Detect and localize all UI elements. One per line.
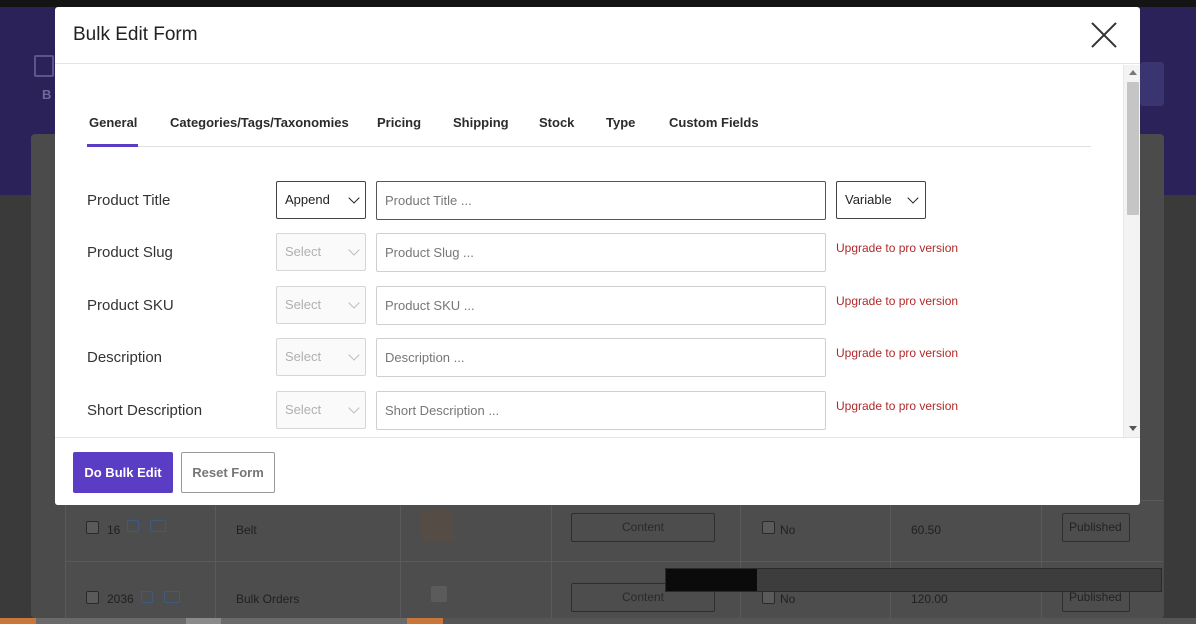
edit-icon[interactable]	[127, 520, 139, 532]
short-description-mode-select[interactable]: Select	[276, 391, 366, 429]
product-title-mode-select[interactable]: Append	[276, 181, 366, 219]
row-checkbox[interactable]	[86, 521, 99, 534]
description-label: Description	[87, 349, 163, 366]
row-checkbox[interactable]	[86, 591, 99, 604]
reset-form-button[interactable]: Reset Form	[181, 452, 275, 493]
scrollbar-thumb[interactable]	[1127, 82, 1139, 215]
product-sku-mode-select[interactable]: Select	[276, 286, 366, 324]
modal-header: Bulk Edit Form	[55, 7, 1140, 64]
variable-select-value: Variable	[845, 192, 892, 207]
tab-stock[interactable]: Stock	[539, 115, 574, 130]
product-title-label: Product Title	[87, 192, 171, 209]
header-button[interactable]	[1140, 62, 1164, 106]
row-name: Belt	[236, 523, 257, 537]
scroll-down-arrow-icon[interactable]	[1129, 426, 1137, 431]
product-sku-mode-value: Select	[285, 297, 322, 312]
chevron-down-icon	[907, 192, 919, 204]
row-id: 2036	[107, 592, 134, 606]
header-label: B	[42, 87, 52, 102]
tab-categories-tags-taxonomies[interactable]: Categories/Tags/Taxonomies	[170, 115, 349, 130]
monitor-icon[interactable]	[164, 591, 180, 603]
upgrade-link[interactable]: Upgrade to pro version	[836, 346, 958, 360]
row-id: 16	[107, 523, 121, 537]
short-description-label: Short Description	[87, 402, 203, 419]
bottom-bar-segment	[221, 618, 407, 624]
bottom-bar-segment	[407, 618, 443, 624]
bottom-bar-segment	[186, 618, 221, 624]
progress-fill	[666, 569, 757, 591]
product-title-mode-value: Append	[285, 192, 330, 207]
description-input[interactable]	[376, 338, 826, 377]
tab-pricing[interactable]: Pricing	[377, 115, 421, 130]
description-mode-value: Select	[285, 349, 322, 364]
table-icon	[34, 55, 54, 77]
product-slug-label: Product Slug	[87, 244, 173, 261]
upgrade-link[interactable]: Upgrade to pro version	[836, 241, 958, 255]
product-slug-mode-select[interactable]: Select	[276, 233, 366, 271]
tab-bar: General Categories/Tags/Taxonomies Prici…	[87, 100, 1091, 147]
tab-custom-fields[interactable]: Custom Fields	[669, 115, 759, 130]
short-description-input[interactable]	[376, 391, 826, 430]
progress-bar	[665, 568, 1162, 592]
image-placeholder-icon	[431, 586, 447, 602]
row-name: Bulk Orders	[236, 592, 300, 606]
bottom-bar-segment	[36, 618, 186, 624]
variable-select[interactable]: Variable	[836, 181, 926, 219]
bulk-edit-modal: Bulk Edit Form General Categories/Tags/T…	[55, 7, 1140, 505]
content-button[interactable]: Content	[571, 513, 715, 542]
row-flag-checkbox[interactable]	[762, 521, 775, 534]
scroll-up-arrow-icon[interactable]	[1129, 70, 1137, 75]
description-mode-select[interactable]: Select	[276, 338, 366, 376]
modal-body: General Categories/Tags/Taxonomies Prici…	[55, 65, 1140, 437]
top-bar	[0, 0, 1196, 7]
chevron-down-icon	[348, 192, 360, 204]
row-flag-checkbox[interactable]	[762, 591, 775, 604]
row-flag: No	[780, 592, 796, 606]
chevron-down-icon	[348, 297, 360, 309]
product-slug-input[interactable]	[376, 233, 826, 272]
short-description-mode-value: Select	[285, 402, 322, 417]
tab-shipping[interactable]: Shipping	[453, 115, 509, 130]
monitor-icon[interactable]	[150, 520, 166, 532]
close-icon[interactable]	[1090, 21, 1118, 49]
upgrade-link[interactable]: Upgrade to pro version	[836, 399, 958, 413]
edit-icon[interactable]	[141, 591, 153, 603]
bottom-bar-segment	[0, 618, 36, 624]
chevron-down-icon	[348, 244, 360, 256]
product-thumbnail	[422, 509, 454, 541]
tab-general[interactable]: General	[89, 115, 137, 130]
chevron-down-icon	[348, 402, 360, 414]
active-tab-indicator	[87, 144, 138, 147]
product-sku-input[interactable]	[376, 286, 826, 325]
modal-title: Bulk Edit Form	[73, 24, 198, 45]
row-price: 60.50	[911, 523, 942, 537]
row-flag: No	[780, 523, 796, 537]
product-title-input[interactable]	[376, 181, 826, 220]
do-bulk-edit-button[interactable]: Do Bulk Edit	[73, 452, 173, 493]
status-select[interactable]: Published	[1062, 513, 1130, 542]
modal-footer: Do Bulk Edit Reset Form	[55, 437, 1140, 505]
product-sku-label: Product SKU	[87, 297, 174, 314]
row-price: 120.00	[911, 592, 948, 606]
product-slug-mode-value: Select	[285, 244, 322, 259]
chevron-down-icon	[348, 349, 360, 361]
tab-type[interactable]: Type	[606, 115, 635, 130]
modal-scrollbar[interactable]	[1123, 65, 1140, 437]
upgrade-link[interactable]: Upgrade to pro version	[836, 294, 958, 308]
bottom-bar	[0, 618, 1196, 624]
table-row: 16 Belt Content No 60.50 Published	[65, 500, 1163, 560]
